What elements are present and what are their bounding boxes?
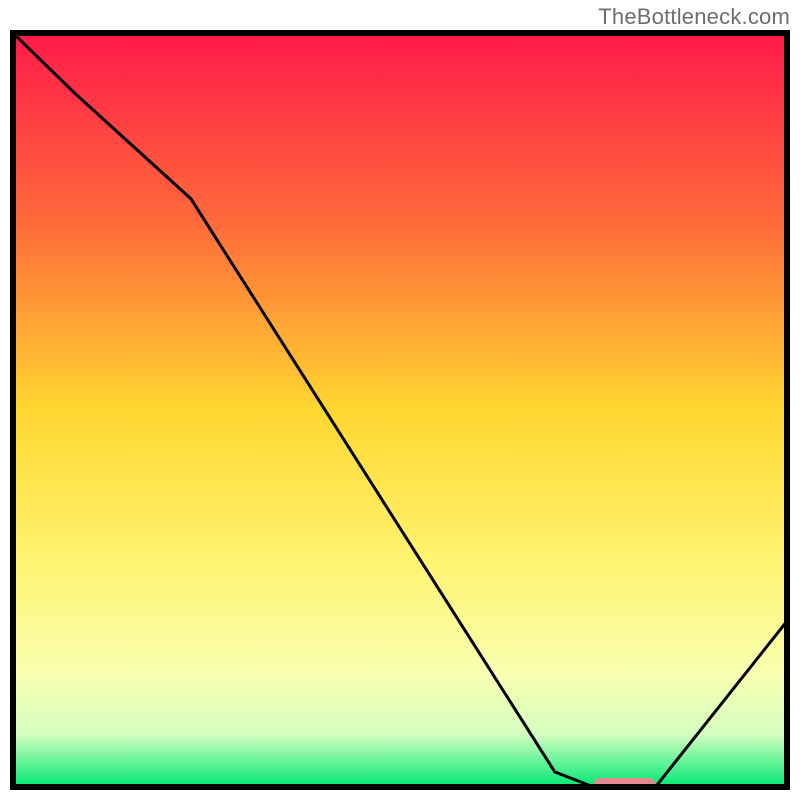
gradient-background: [13, 33, 787, 787]
watermark-text: TheBottleneck.com: [598, 4, 790, 30]
chart-container: TheBottleneck.com: [0, 0, 800, 800]
chart-svg: [10, 30, 790, 790]
